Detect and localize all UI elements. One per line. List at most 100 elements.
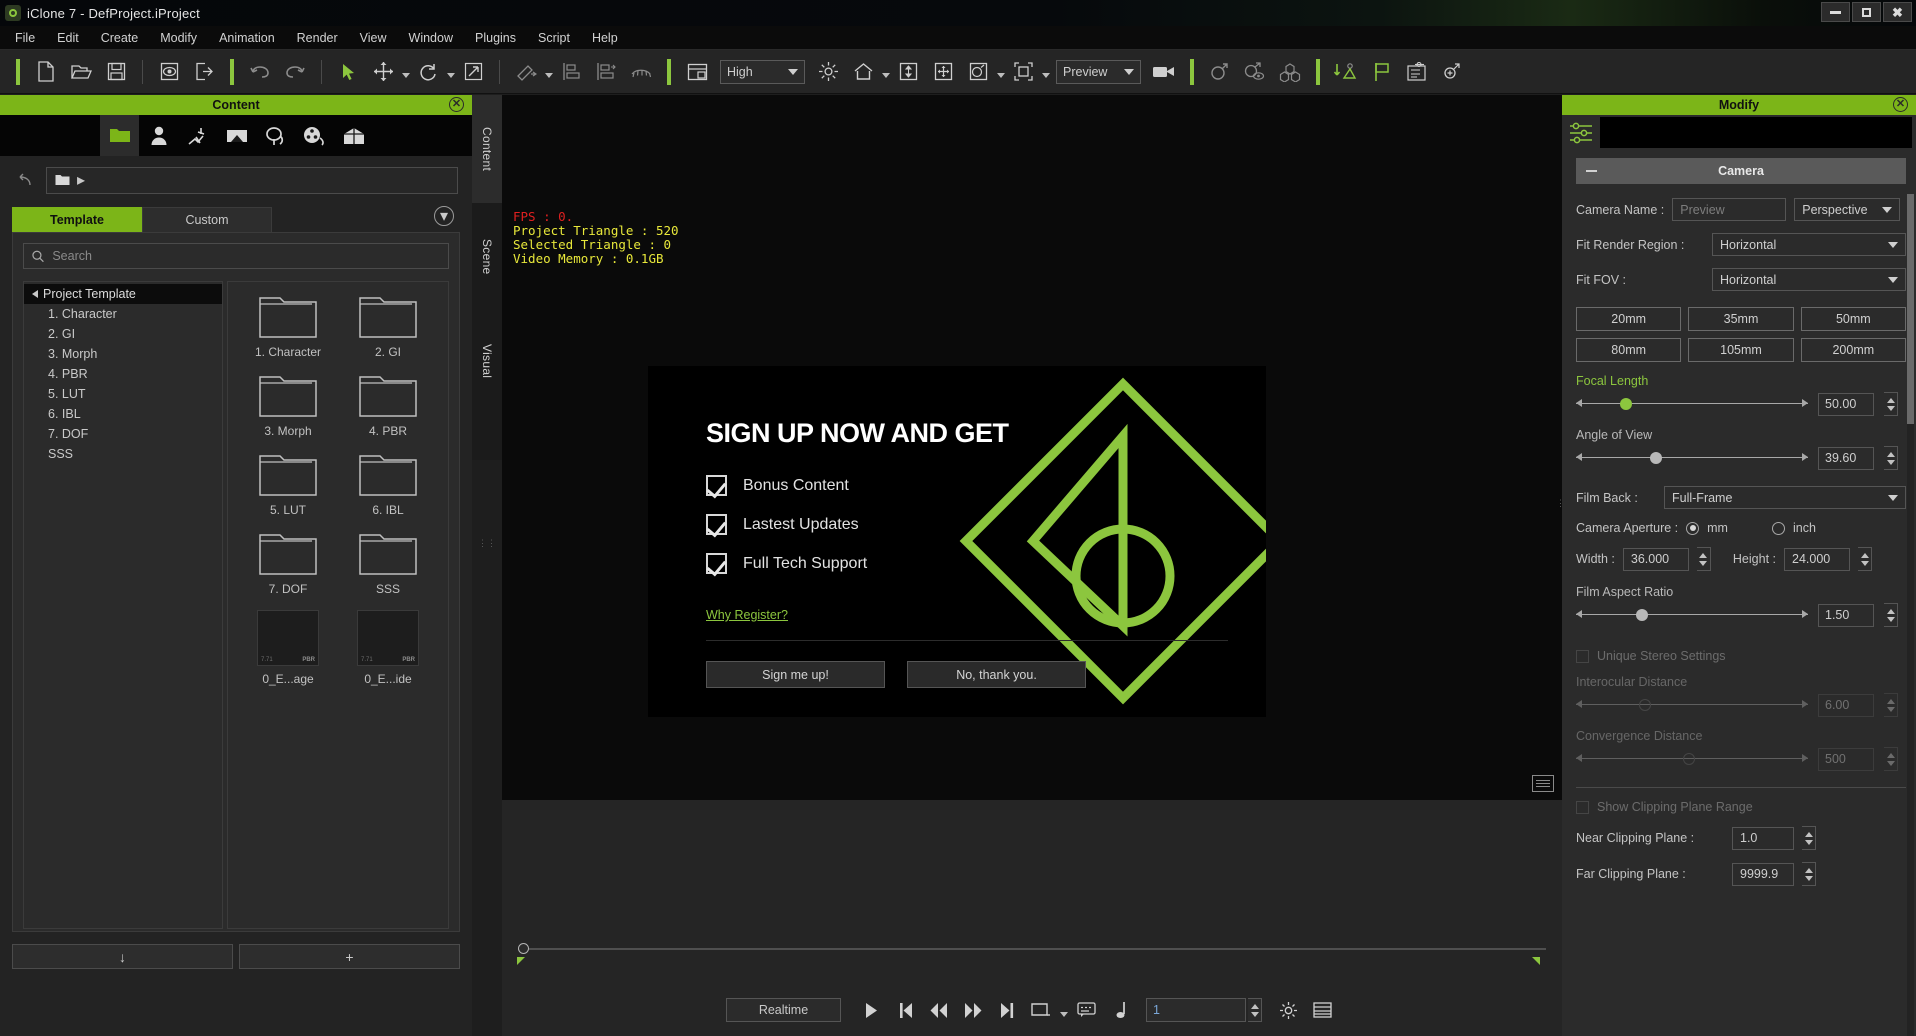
tile-project-file-2[interactable]: 7.71 PBR 0_E...ide [349, 610, 427, 686]
preview-render-icon[interactable] [152, 56, 186, 88]
slider-left-arrow-icon[interactable] [1576, 453, 1582, 461]
tree-item-character[interactable]: 1. Character [24, 304, 222, 324]
light-icon[interactable] [811, 56, 845, 88]
width-input[interactable]: 36.000 [1623, 548, 1689, 571]
camera-section-header[interactable]: Camera [1576, 158, 1906, 184]
viewport-layout-icon[interactable] [680, 56, 714, 88]
eyelash-icon[interactable] [624, 56, 658, 88]
search-input[interactable] [52, 249, 440, 263]
menu-edit[interactable]: Edit [46, 28, 90, 48]
lens-preset-50mm[interactable]: 50mm [1801, 307, 1906, 331]
height-stepper[interactable] [1858, 547, 1872, 571]
new-project-icon[interactable] [29, 56, 63, 88]
slider-left-arrow-icon[interactable] [1576, 610, 1582, 618]
menu-modify[interactable]: Modify [149, 28, 208, 48]
jump-start-icon[interactable] [889, 996, 921, 1024]
film-aspect-ratio-stepper[interactable] [1884, 603, 1898, 627]
slider-left-arrow-icon[interactable] [1576, 399, 1582, 407]
motion-key-icon[interactable] [1329, 56, 1363, 88]
stepper-up-icon[interactable] [1861, 553, 1869, 558]
close-icon[interactable]: ✖ [1883, 2, 1912, 22]
lens-preset-35mm[interactable]: 35mm [1688, 307, 1793, 331]
home-view-dropdown-icon[interactable] [882, 73, 890, 78]
content-path-bar[interactable]: ▸ [46, 167, 458, 194]
lens-preset-105mm[interactable]: 105mm [1688, 338, 1793, 362]
timeline-playhead[interactable] [518, 943, 529, 954]
tile-morph[interactable]: 3. Morph [249, 373, 327, 438]
align-distribute-icon[interactable] [589, 56, 623, 88]
stepper-down-icon[interactable] [1805, 840, 1813, 845]
menu-script[interactable]: Script [527, 28, 581, 48]
tile-dof[interactable]: 7. DOF [249, 531, 327, 596]
frame-input[interactable]: 1 [1146, 998, 1246, 1022]
timeline-range-end-marker[interactable] [1532, 957, 1540, 965]
close-panel-icon[interactable]: ✕ [1893, 97, 1908, 112]
film-aspect-ratio-slider[interactable] [1576, 607, 1808, 623]
media-category-icon[interactable] [295, 115, 334, 156]
play-icon[interactable] [855, 996, 887, 1024]
bounding-box-icon[interactable] [1006, 56, 1040, 88]
tile-project-file-1[interactable]: 7.71 PBR 0_E...age [249, 610, 327, 686]
why-register-link[interactable]: Why Register? [706, 608, 788, 622]
restore-icon[interactable] [1852, 2, 1881, 22]
timeline-icon[interactable] [1399, 56, 1433, 88]
range-icon[interactable] [1025, 996, 1057, 1024]
tree-item-ibl[interactable]: 6. IBL [24, 404, 222, 424]
stepper-up-icon[interactable] [1251, 1004, 1259, 1009]
back-arrow-icon[interactable] [12, 173, 34, 187]
slider-handle[interactable] [1620, 398, 1632, 410]
tile-ibl[interactable]: 6. IBL [349, 452, 427, 517]
tile-character[interactable]: 1. Character [249, 294, 327, 359]
tab-custom[interactable]: Custom [142, 207, 272, 232]
audio-icon[interactable] [1104, 996, 1136, 1024]
height-input[interactable]: 24.000 [1784, 548, 1850, 571]
link-tool-icon[interactable] [509, 56, 543, 88]
camera-icon[interactable] [1147, 56, 1181, 88]
flag-icon[interactable] [1364, 56, 1398, 88]
move-tool-icon[interactable] [366, 56, 400, 88]
viewport-options-icon[interactable] [1532, 775, 1554, 792]
move-all-icon[interactable] [926, 56, 960, 88]
far-clipping-plane-stepper[interactable] [1802, 862, 1816, 886]
lens-preset-200mm[interactable]: 200mm [1801, 338, 1906, 362]
near-clipping-plane-stepper[interactable] [1802, 826, 1816, 850]
scale-tool-icon[interactable] [456, 56, 490, 88]
add-key-icon[interactable] [1434, 56, 1468, 88]
home-view-icon[interactable] [846, 56, 880, 88]
motion-category-icon[interactable] [178, 115, 217, 156]
rewind-icon[interactable] [923, 996, 955, 1024]
character-category-icon[interactable] [139, 115, 178, 156]
rotate-tool-dropdown-icon[interactable] [447, 73, 455, 78]
playback-settings-icon[interactable] [1272, 996, 1304, 1024]
stepper-up-icon[interactable] [1805, 868, 1813, 873]
range-dropdown-icon[interactable] [1060, 1012, 1068, 1017]
focal-length-input[interactable]: 50.00 [1818, 393, 1874, 416]
subtitle-icon[interactable] [1070, 996, 1102, 1024]
stepper-down-icon[interactable] [1887, 617, 1895, 622]
fast-forward-icon[interactable] [957, 996, 989, 1024]
rotate-tool-icon[interactable] [411, 56, 445, 88]
scrollbar-thumb[interactable] [1907, 194, 1914, 424]
folder-category-icon[interactable] [100, 115, 139, 156]
menu-view[interactable]: View [349, 28, 398, 48]
preview-quality-icon[interactable] [961, 56, 995, 88]
tile-lut[interactable]: 5. LUT [249, 452, 327, 517]
sidebar-item-content[interactable]: Content [472, 95, 502, 203]
film-back-dropdown[interactable]: Full-Frame [1664, 486, 1906, 509]
render-mode-dropdown[interactable]: Preview [1056, 60, 1141, 84]
search-box[interactable] [23, 243, 449, 269]
stepper-up-icon[interactable] [1699, 553, 1707, 558]
realtime-button[interactable]: Realtime [726, 998, 841, 1022]
tile-pbr[interactable]: 4. PBR [349, 373, 427, 438]
ground-icon[interactable] [891, 56, 925, 88]
tile-gi[interactable]: 2. GI [349, 294, 427, 359]
timeline-panel-icon[interactable] [1306, 996, 1338, 1024]
fit-render-region-dropdown[interactable]: Horizontal [1712, 233, 1906, 256]
lens-preset-80mm[interactable]: 80mm [1576, 338, 1681, 362]
far-clipping-plane-input[interactable]: 9999.9 [1732, 863, 1794, 886]
close-panel-icon[interactable]: ✕ [449, 97, 464, 112]
lens-preset-20mm[interactable]: 20mm [1576, 307, 1681, 331]
unique-stereo-checkbox[interactable] [1576, 650, 1589, 663]
frame-stepper[interactable] [1248, 998, 1262, 1022]
stepper-down-icon[interactable] [1805, 876, 1813, 881]
